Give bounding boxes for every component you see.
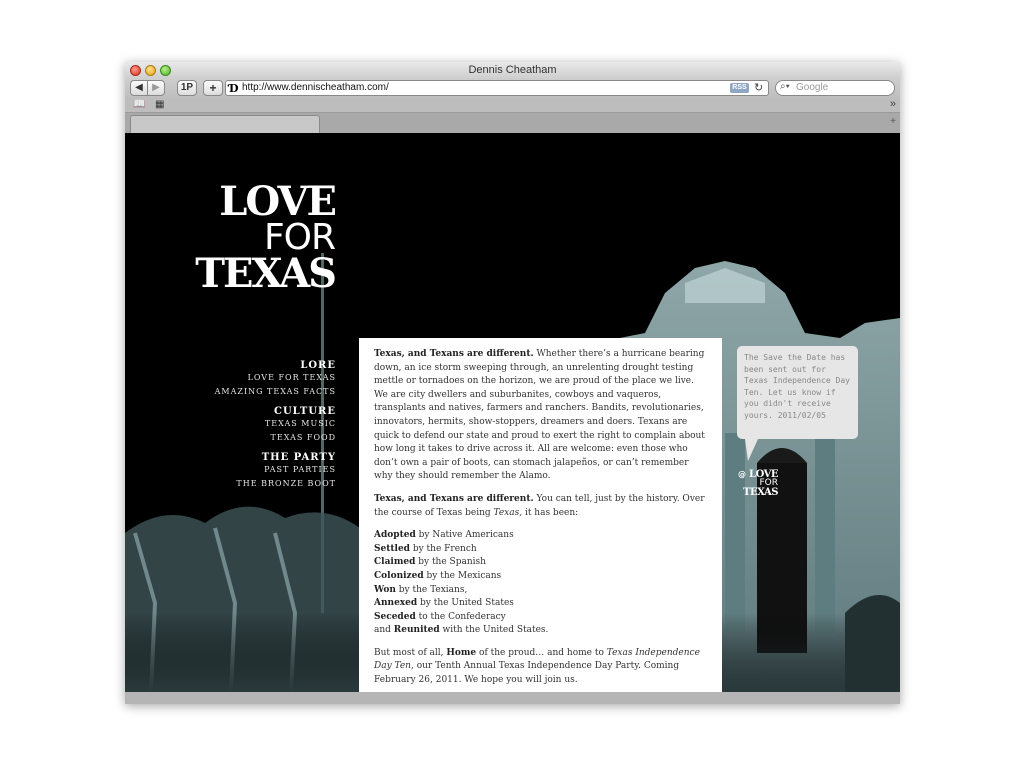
paragraph-text: our Tenth Annual Texas Independence Day … xyxy=(374,661,680,686)
history-verb: Settled xyxy=(374,543,410,554)
history-text: by the French xyxy=(409,543,477,554)
mini-logo-texas: TEXAS xyxy=(743,487,778,498)
history-verb: Won xyxy=(374,584,396,595)
paragraph-text: of the proud… and home to xyxy=(476,647,607,658)
nav-link-past-parties[interactable]: PAST PARTIES xyxy=(215,463,336,477)
forward-button[interactable]: ▶ xyxy=(147,80,165,96)
browser-window: Dennis Cheatham ◀ ▶ 1P + Ɗ http://www.de… xyxy=(125,62,900,704)
paragraph-text: But most of all, xyxy=(374,647,447,658)
history-text: by Native Americans xyxy=(415,530,514,541)
history-text: with the United States. xyxy=(439,625,549,636)
back-button[interactable]: ◀ xyxy=(130,80,148,96)
history-text: by the United States xyxy=(417,598,514,609)
window-title: Dennis Cheatham xyxy=(468,64,557,76)
history-verb: Claimed xyxy=(374,557,416,568)
back-arrow-icon: ◀ xyxy=(135,82,143,93)
nav-link-the-bronze-boot[interactable]: THE BRONZE BOOT xyxy=(215,477,336,491)
forward-arrow-icon: ▶ xyxy=(152,82,160,93)
site-logo[interactable]: LOVE FOR TEXAS xyxy=(195,178,337,297)
article-paragraph-4: But most of all, Home of the proud… and … xyxy=(374,647,708,688)
nav-heading-lore[interactable]: LORE xyxy=(215,360,336,371)
history-text: and xyxy=(374,625,394,636)
search-icon[interactable]: ⌕▾ xyxy=(780,81,790,92)
browser-toolbar: ◀ ▶ 1P + Ɗ http://www.dennischeatham.com… xyxy=(125,78,900,99)
search-field[interactable]: ⌕▾ Google xyxy=(775,80,895,96)
reload-icon[interactable]: ↻ xyxy=(754,81,763,94)
lead-bold: Home xyxy=(446,647,477,658)
more-bookmarks-chevron-icon[interactable]: » xyxy=(890,98,896,110)
paragraph-text: Whether there’s a hurricane bearing down… xyxy=(374,349,705,482)
onepassword-button[interactable]: 1P xyxy=(177,80,197,96)
site-favicon-icon: Ɗ xyxy=(229,82,239,95)
nav-link-texas-music[interactable]: TEXAS MUSIC xyxy=(215,417,336,431)
top-sites-grid-icon[interactable]: ▦ xyxy=(155,99,164,110)
history-verb: Adopted xyxy=(374,530,416,541)
emphasis-text: Texas, xyxy=(493,507,523,518)
search-placeholder: Google xyxy=(796,82,829,93)
site-navigation: LORE LOVE FOR TEXAS AMAZING TEXAS FACTS … xyxy=(215,353,336,491)
rss-button[interactable]: RSS xyxy=(730,83,749,93)
nav-link-love-for-texas[interactable]: LOVE FOR TEXAS xyxy=(215,371,336,385)
article-paragraph-2: Texas, and Texans are different. You can… xyxy=(374,493,708,520)
lead-bold: Texas, and Texans are different. xyxy=(374,349,534,359)
twitter-handle-logo[interactable]: @ LOVE FOR TEXAS xyxy=(738,470,779,498)
tweet-bubble-tail xyxy=(745,439,758,461)
history-text: by the Texians, xyxy=(395,584,468,595)
add-bookmark-button[interactable]: + xyxy=(203,80,223,96)
address-bar[interactable]: Ɗ http://www.dennischeatham.com/ RSS ↻ xyxy=(225,80,769,96)
nav-heading-the-party[interactable]: THE PARTY xyxy=(215,452,336,463)
history-text: to the Confederacy xyxy=(415,611,506,622)
logo-line-love: LOVE xyxy=(219,178,337,225)
article-panel: Texas, and Texans are different. Whether… xyxy=(359,338,722,692)
bookmarks-book-icon[interactable]: 📖 xyxy=(133,99,145,110)
new-tab-plus-icon[interactable]: + xyxy=(890,116,896,127)
nav-link-texas-food[interactable]: TEXAS FOOD xyxy=(215,431,336,445)
article-paragraph-1: Texas, and Texans are different. Whether… xyxy=(374,348,708,484)
bookmarks-bar: 📖 ▦ » xyxy=(125,98,900,113)
history-list: Adopted by Native Americans Settled by t… xyxy=(374,529,708,638)
nav-link-amazing-texas-facts[interactable]: AMAZING TEXAS FACTS xyxy=(215,385,336,399)
history-verb: Seceded xyxy=(374,611,416,622)
paragraph-text: it has been: xyxy=(522,507,579,518)
history-verb: Annexed xyxy=(374,598,418,609)
history-text: by the Spanish xyxy=(415,557,486,568)
history-verb: Colonized xyxy=(374,570,424,581)
tweet-bubble[interactable]: The Save the Date has been sent out for … xyxy=(737,346,858,439)
status-bar xyxy=(125,692,900,704)
history-text: by the Mexicans xyxy=(423,570,502,581)
nav-heading-culture[interactable]: CULTURE xyxy=(215,406,336,417)
at-symbol: @ xyxy=(738,470,746,479)
web-content: LOVE FOR TEXAS LORE LOVE FOR TEXAS AMAZI… xyxy=(125,133,900,692)
tab-bar: + xyxy=(125,113,900,133)
tab-active[interactable] xyxy=(130,115,320,133)
logo-line-texas: TEXAS xyxy=(195,250,337,297)
history-verb: Reunited xyxy=(393,625,440,636)
address-url[interactable]: http://www.dennischeatham.com/ xyxy=(242,82,389,93)
lead-bold: Texas, and Texans are different. xyxy=(374,493,534,504)
title-bar: Dennis Cheatham xyxy=(125,62,900,78)
